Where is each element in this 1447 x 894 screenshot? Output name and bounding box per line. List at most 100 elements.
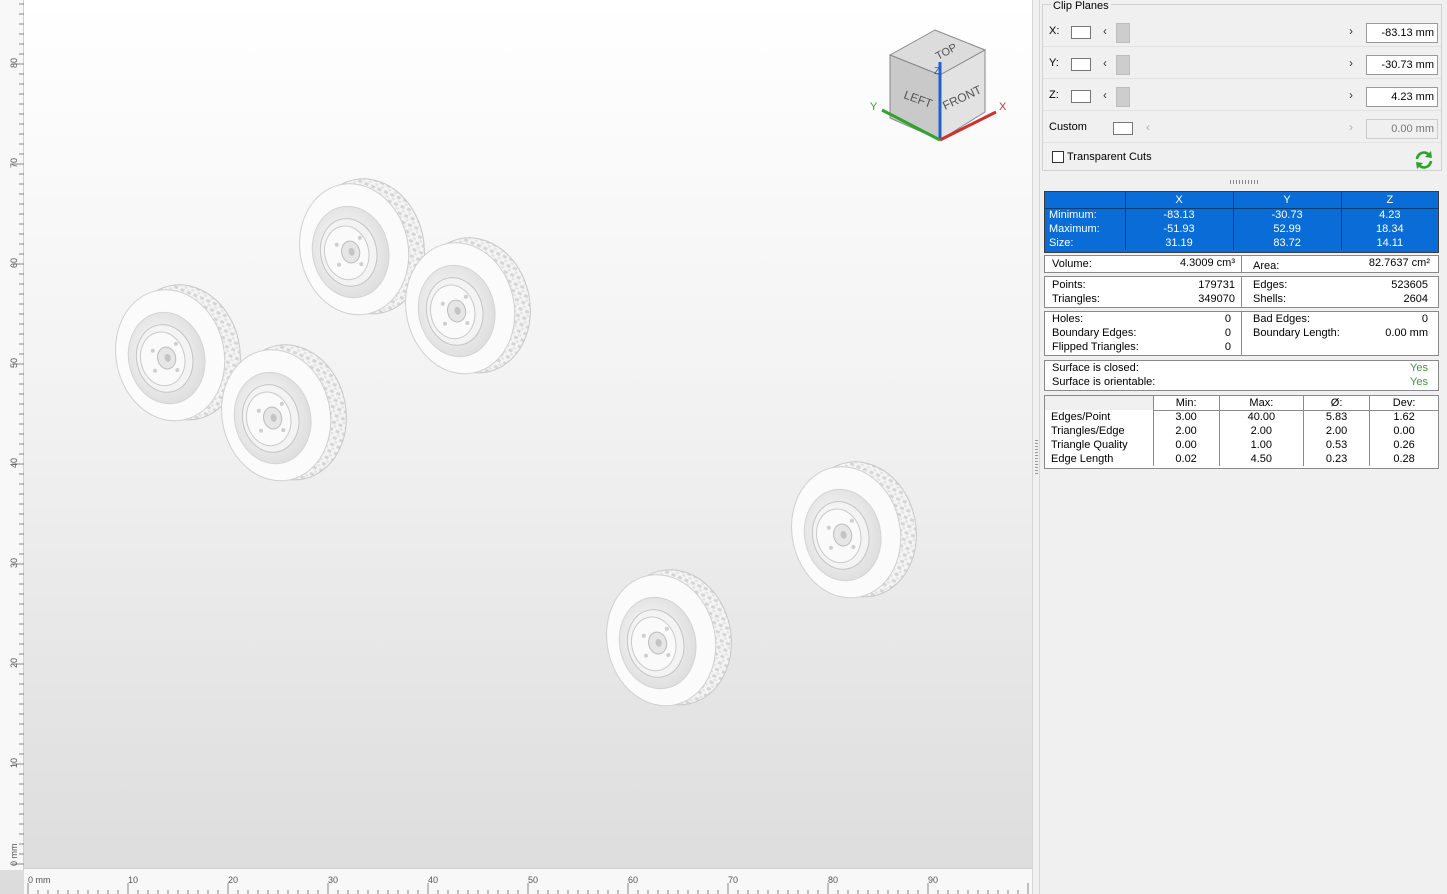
clip-custom-toggle[interactable] <box>1113 122 1133 135</box>
bbox-cell: 14.11 <box>1376 237 1404 249</box>
counts-box: Points: 179731 Triangles: 349070 Edges: … <box>1044 276 1439 308</box>
chevron-left-icon[interactable]: ‹ <box>1103 24 1107 38</box>
metrics-header <box>1045 396 1154 410</box>
chevron-left-icon[interactable]: ‹ <box>1103 88 1107 102</box>
ruler-h-label: 40 <box>428 875 439 885</box>
bbox-cell: Maximum: <box>1045 222 1126 236</box>
x-axis-label: X <box>999 101 1007 113</box>
metrics-header: Dev: <box>1369 396 1438 411</box>
section-splitter[interactable] <box>1230 180 1258 184</box>
bbox-cell: 83.72 <box>1233 236 1342 250</box>
clip-x-toggle[interactable] <box>1071 26 1091 39</box>
metric-cell: 0.28 <box>1393 453 1415 465</box>
bbox-header: X <box>1125 192 1234 209</box>
bbox-header <box>1045 192 1126 209</box>
metric-cell: 4.50 <box>1219 452 1304 466</box>
bbox-header: Y <box>1233 192 1342 209</box>
surface-closed-value: Yes <box>1410 362 1428 374</box>
surface-orientable-label: Surface is orientable: <box>1052 376 1156 388</box>
metrics-header: Ø: <box>1303 396 1371 411</box>
tire-model[interactable] <box>778 450 930 611</box>
bbox-cell: 4.23 <box>1379 209 1401 222</box>
clip-y-value[interactable] <box>1366 55 1438 75</box>
boundary-length-label: Boundary Length: <box>1253 327 1340 339</box>
chevron-right-icon[interactable]: › <box>1349 56 1353 70</box>
chevron-right-icon[interactable]: › <box>1349 24 1353 38</box>
clip-z-slider[interactable] <box>1116 87 1130 107</box>
clip-x-label: X: <box>1049 25 1060 37</box>
metric-cell: 0.53 <box>1303 438 1371 452</box>
clip-row-x: X: ‹ › <box>1043 17 1441 47</box>
mesh-metrics-table: Min: Max: Ø: Dev: Edges/Point 3.00 40.00… <box>1044 395 1439 469</box>
tire-model[interactable] <box>593 558 745 719</box>
table-row: Minimum: -83.13 -30.73 4.23 <box>1045 208 1438 222</box>
holes-value: 0 <box>1224 313 1231 325</box>
checkbox-box[interactable] <box>1052 151 1064 164</box>
shells-label: Shells: <box>1253 293 1287 305</box>
volume-area-box: Volume: 4.3009 cm³ Area: 82.7637 cm² <box>1044 255 1439 273</box>
refresh-icon[interactable] <box>1413 150 1435 170</box>
bbox-cell: 18.34 <box>1376 223 1404 235</box>
clip-z-toggle[interactable] <box>1071 90 1091 103</box>
clip-y-label: Y: <box>1049 57 1059 69</box>
chevron-left-icon[interactable]: ‹ <box>1103 56 1107 70</box>
metric-cell: 2.00 <box>1153 424 1220 438</box>
bbox-cell: Size: <box>1045 236 1126 250</box>
surface-closed-label: Surface is closed: <box>1052 362 1139 374</box>
vertical-ruler: 80 70 60 50 40 30 20 10 0 mm <box>0 0 24 870</box>
ruler-h-label: 20 <box>228 875 239 885</box>
panel-splitter[interactable] <box>1032 0 1040 894</box>
clip-z-value[interactable] <box>1366 87 1438 107</box>
chevron-right-icon: › <box>1349 120 1353 134</box>
surface-box: Surface is closed: Yes Surface is orient… <box>1044 360 1439 391</box>
ruler-v-label: 10 <box>9 757 19 768</box>
table-row: Edges/Point 3.00 40.00 5.83 1.62 <box>1045 410 1438 424</box>
transparent-cuts-checkbox[interactable]: Transparent Cuts <box>1049 151 1152 164</box>
metric-cell: 2.00 <box>1303 424 1371 438</box>
points-value: 179731 <box>1198 279 1235 291</box>
ruler-h-label: 70 <box>728 875 739 885</box>
bbox-cell: Minimum: <box>1045 208 1126 222</box>
table-row: Edge Length 0.02 4.50 0.23 0.28 <box>1045 452 1438 466</box>
ruler-v-label: 50 <box>9 357 19 368</box>
y-axis-label: Y <box>870 101 878 113</box>
clip-y-toggle[interactable] <box>1071 58 1091 71</box>
edges-label: Edges: <box>1253 279 1288 291</box>
bbox-cell: -30.73 <box>1233 208 1342 222</box>
model-scene[interactable]: TOP LEFT FRONT X Y Z <box>24 0 1032 868</box>
metric-cell: 5.83 <box>1303 410 1371 424</box>
clip-planes-title: Clip Planes <box>1051 0 1111 12</box>
clip-row-z: Z: ‹ › <box>1043 81 1441 111</box>
ruler-h-label: 60 <box>628 875 639 885</box>
bbox-cell: -51.93 <box>1125 222 1234 236</box>
metric-cell: 0.26 <box>1393 439 1415 451</box>
area-label: Area: <box>1253 260 1280 272</box>
metric-cell: Triangles/Edge <box>1045 424 1154 438</box>
chevron-right-icon[interactable]: › <box>1349 88 1353 102</box>
mesh-errors-box: Holes: 0 Boundary Edges: 0 Flipped Trian… <box>1044 311 1439 356</box>
metric-cell: 3.00 <box>1153 410 1220 424</box>
3d-viewport[interactable]: 80 70 60 50 40 30 20 10 0 mm 0 mm 10 20 … <box>0 0 1032 894</box>
clip-planes-group: Clip Planes X: ‹ › Y: ‹ › Z: ‹ › Custom <box>1042 0 1442 171</box>
clip-x-value[interactable] <box>1366 23 1438 43</box>
properties-panel: Clip Planes X: ‹ › Y: ‹ › Z: ‹ › Custom <box>1040 0 1447 894</box>
table-row: Triangles/Edge 2.00 2.00 2.00 0.00 <box>1045 424 1438 438</box>
transparent-cuts-label: Transparent Cuts <box>1067 151 1152 164</box>
clip-x-slider[interactable] <box>1116 23 1130 43</box>
metric-cell: Edge Length <box>1045 452 1154 466</box>
metric-cell: 0.02 <box>1153 452 1220 466</box>
metric-cell: 1.00 <box>1219 438 1304 452</box>
bbox-cell: 31.19 <box>1125 236 1234 250</box>
view-cube[interactable]: TOP LEFT FRONT X Y Z <box>870 29 1007 142</box>
table-row: Maximum: -51.93 52.99 18.34 <box>1045 222 1438 236</box>
metric-cell: 1.62 <box>1393 411 1415 424</box>
points-label: Points: <box>1052 279 1086 291</box>
ruler-v-label: 0 mm <box>9 843 19 867</box>
metric-cell: 2.00 <box>1219 424 1304 438</box>
clip-row-custom: Custom ‹ › <box>1043 113 1441 143</box>
clip-y-slider[interactable] <box>1116 55 1130 75</box>
ruler-v-label: 20 <box>9 657 19 668</box>
triangles-value: 349070 <box>1198 293 1235 305</box>
horizontal-ruler: 0 mm 10 20 30 40 50 60 70 80 90 <box>24 868 1032 894</box>
area-value: 82.7637 cm² <box>1368 257 1430 269</box>
